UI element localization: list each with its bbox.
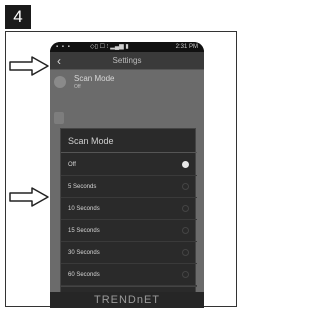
step-number-badge: 4 — [5, 5, 31, 29]
option-off[interactable]: Off — [61, 154, 197, 176]
radio-unselected-icon[interactable] — [182, 249, 189, 256]
option-label: 10 Seconds — [68, 206, 100, 212]
scan-mode-options: Off 5 Seconds 10 Seconds 15 Seconds 30 S… — [61, 154, 197, 286]
dialog-title: Scan Mode — [61, 129, 197, 153]
option-60-seconds[interactable]: 60 Seconds — [61, 264, 197, 286]
phone-screen: ▪ ▪ ▪ ◇▯ ☐ ⁝ ▂▄▆ ▮ 2:31 PM ‹ Settings Sc… — [50, 42, 204, 308]
arrow-right-icon — [9, 187, 49, 207]
settings-list: Scan Mode Off Scan Mode Off 5 Seconds 10… — [50, 70, 204, 308]
option-15-seconds[interactable]: 15 Seconds — [61, 220, 197, 242]
status-bar: ▪ ▪ ▪ ◇▯ ☐ ⁝ ▂▄▆ ▮ 2:31 PM — [50, 42, 204, 52]
option-label: Off — [68, 162, 76, 168]
arrow-right-icon — [9, 56, 49, 76]
option-5-seconds[interactable]: 5 Seconds — [61, 176, 197, 198]
radio-unselected-icon[interactable] — [182, 271, 189, 278]
option-label: 5 Seconds — [68, 184, 97, 190]
scan-mode-dialog: Scan Mode Off 5 Seconds 10 Seconds 15 Se… — [60, 128, 197, 306]
radio-selected-icon[interactable] — [182, 161, 189, 168]
radio-unselected-icon[interactable] — [182, 227, 189, 234]
scan-mode-icon — [54, 76, 66, 88]
option-10-seconds[interactable]: 10 Seconds — [61, 198, 197, 220]
radio-unselected-icon[interactable] — [182, 183, 189, 190]
brand-logo: TRENDnET — [50, 292, 204, 308]
option-label: 30 Seconds — [68, 250, 100, 256]
option-label: 15 Seconds — [68, 228, 100, 234]
status-time: 2:31 PM — [175, 44, 198, 50]
notification-icons: ▪ ▪ ▪ — [56, 44, 71, 50]
scan-mode-item-subtitle: Off — [74, 84, 81, 90]
radio-unselected-icon[interactable] — [182, 205, 189, 212]
action-bar: ‹ Settings — [50, 52, 204, 70]
option-30-seconds[interactable]: 30 Seconds — [61, 242, 197, 264]
option-label: 60 Seconds — [68, 272, 100, 278]
scan-mode-item-title: Scan Mode — [74, 74, 115, 83]
settings-item-icon — [54, 112, 64, 124]
page-title: Settings — [112, 56, 142, 65]
signal-icons: ◇▯ ☐ ⁝ ▂▄▆ ▮ — [90, 44, 129, 50]
